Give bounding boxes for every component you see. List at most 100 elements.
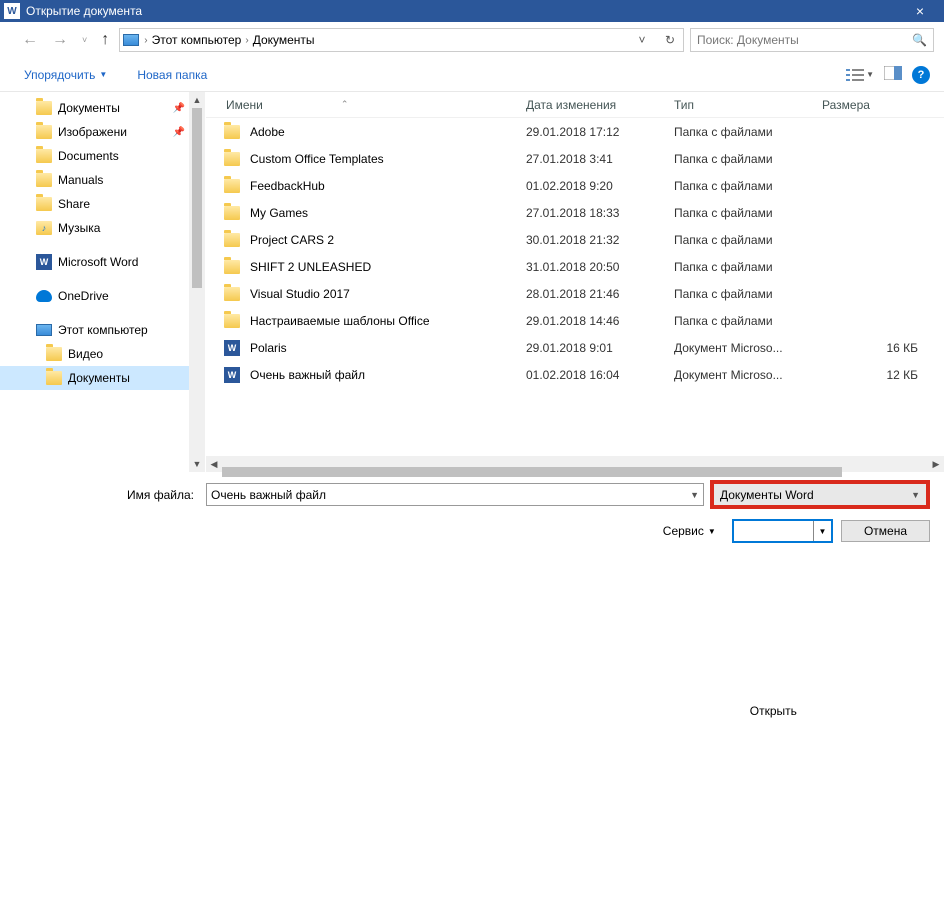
file-row[interactable]: Custom Office Templates27.01.2018 3:41Па… [206, 145, 944, 172]
column-date[interactable]: Дата изменения [526, 98, 674, 112]
sidebar-item[interactable]: ♪Музыка [0, 216, 189, 240]
file-row[interactable]: SHIFT 2 UNLEASHED31.01.2018 20:50Папка с… [206, 253, 944, 280]
filename-input[interactable]: Очень важный файл ▼ [206, 483, 704, 506]
service-button[interactable]: Сервис▼ [655, 521, 724, 541]
chevron-right-icon[interactable]: › [140, 35, 151, 46]
chevron-down-icon[interactable]: ▼ [690, 490, 699, 500]
breadcrumb-pc[interactable]: Этот компьютер [152, 33, 242, 47]
scroll-right-icon[interactable]: ▶ [928, 459, 944, 470]
preview-pane-button[interactable] [884, 66, 902, 83]
breadcrumb-location[interactable]: Документы [253, 33, 315, 47]
list-icon [846, 68, 864, 82]
up-button[interactable]: ↑ [97, 31, 113, 49]
pc-icon [122, 31, 140, 49]
sidebar-item-label: Documents [58, 149, 119, 163]
folder-icon [224, 152, 240, 166]
file-size: 12 КБ [822, 368, 944, 382]
file-type: Документ Microso... [674, 341, 822, 355]
scrollbar-thumb[interactable] [192, 108, 202, 288]
file-row[interactable]: FeedbackHub01.02.2018 9:20Папка с файлам… [206, 172, 944, 199]
sidebar-item[interactable]: Видео [0, 342, 189, 366]
close-button[interactable]: × [900, 3, 940, 19]
sidebar-scrollbar[interactable]: ▲ ▼ [189, 92, 205, 472]
folder-icon [36, 173, 52, 187]
file-name: Custom Office Templates [250, 152, 384, 166]
nav-row: ← → ˅ ↑ › Этот компьютер › Документы ˅ ↻… [0, 22, 944, 58]
file-date: 28.01.2018 21:46 [526, 287, 674, 301]
file-date: 27.01.2018 18:33 [526, 206, 674, 220]
folder-icon [224, 260, 240, 274]
sidebar-item[interactable]: OneDrive [0, 284, 189, 308]
scroll-up-icon[interactable]: ▲ [189, 92, 205, 108]
cancel-button[interactable]: Отмена [841, 520, 930, 542]
sidebar-item[interactable]: Manuals [0, 168, 189, 192]
sidebar-item[interactable]: W Microsoft Word [0, 250, 189, 274]
search-icon[interactable]: 🔍 [912, 33, 927, 47]
recent-dropdown[interactable]: ˅ [78, 35, 91, 45]
music-icon: ♪ [36, 221, 52, 235]
column-type[interactable]: Тип [674, 98, 822, 112]
file-row[interactable]: Adobe29.01.2018 17:12Папка с файлами [206, 118, 944, 145]
chevron-right-icon[interactable]: › [241, 35, 252, 46]
file-row[interactable]: WPolaris29.01.2018 9:01Документ Microso.… [206, 334, 944, 361]
sidebar-item[interactable]: Документы [0, 366, 189, 390]
chevron-down-icon[interactable]: ▼ [911, 490, 920, 500]
forward-button[interactable]: → [48, 31, 72, 49]
file-row[interactable]: Visual Studio 201728.01.2018 21:46Папка … [206, 280, 944, 307]
file-row[interactable]: My Games27.01.2018 18:33Папка с файлами [206, 199, 944, 226]
file-row[interactable]: Project CARS 230.01.2018 21:32Папка с фа… [206, 226, 944, 253]
sidebar-item[interactable]: Документы📌 [0, 96, 189, 120]
word-app-icon: W [4, 3, 20, 19]
folder-icon [36, 149, 52, 163]
scrollbar-thumb[interactable] [222, 467, 842, 477]
refresh-button[interactable]: ↻ [659, 33, 681, 47]
filetype-select[interactable]: Документы Word ▼ [710, 480, 930, 509]
pin-icon: 📌 [173, 103, 185, 114]
onedrive-icon [36, 290, 52, 302]
file-type: Документ Microso... [674, 368, 822, 382]
file-name: Adobe [250, 125, 285, 139]
chevron-down-icon: ▼ [708, 527, 716, 536]
folder-icon [224, 314, 240, 328]
titlebar: W Открытие документа × [0, 0, 944, 22]
new-folder-button[interactable]: Новая папка [131, 64, 213, 86]
view-details-button[interactable]: ▼ [846, 68, 874, 82]
breadcrumb-dropdown[interactable]: ˅ [629, 33, 659, 47]
folder-icon [46, 347, 62, 361]
word-icon: W [36, 254, 52, 270]
folder-icon [224, 287, 240, 301]
scroll-left-icon[interactable]: ◀ [206, 459, 222, 470]
sidebar-item-label: Manuals [58, 173, 103, 187]
word-icon: W [224, 367, 240, 383]
column-size[interactable]: Размера [822, 98, 944, 112]
sidebar-item[interactable]: Этот компьютер [0, 318, 189, 342]
open-split-button[interactable]: ▼ [813, 521, 831, 541]
sidebar-item[interactable]: Изображени📌 [0, 120, 189, 144]
file-row[interactable]: WОчень важный файл01.02.2018 16:04Докуме… [206, 361, 944, 388]
file-date: 29.01.2018 14:46 [526, 314, 674, 328]
file-date: 29.01.2018 17:12 [526, 125, 674, 139]
scroll-down-icon[interactable]: ▼ [189, 456, 205, 472]
file-name: Очень важный файл [250, 368, 365, 382]
open-button[interactable]: Открыть ▼ [732, 519, 833, 543]
search-placeholder: Поиск: Документы [697, 33, 912, 47]
file-type: Папка с файлами [674, 152, 822, 166]
organize-button[interactable]: Упорядочить▼ [18, 64, 113, 86]
breadcrumb[interactable]: › Этот компьютер › Документы ˅ ↻ [119, 28, 684, 52]
back-button[interactable]: ← [18, 31, 42, 49]
column-name[interactable]: Имени⌃ [206, 98, 526, 112]
sidebar-item[interactable]: Share [0, 192, 189, 216]
file-type: Папка с файлами [674, 179, 822, 193]
sidebar-item-label: OneDrive [58, 289, 109, 303]
column-headers: Имени⌃ Дата изменения Тип Размера [206, 92, 944, 118]
search-input[interactable]: Поиск: Документы 🔍 [690, 28, 934, 52]
file-name: FeedbackHub [250, 179, 325, 193]
sidebar-item-label: Microsoft Word [58, 255, 138, 269]
help-button[interactable]: ? [912, 66, 930, 84]
folder-icon [36, 101, 52, 115]
file-row[interactable]: Настраиваемые шаблоны Office29.01.2018 1… [206, 307, 944, 334]
file-list: Имени⌃ Дата изменения Тип Размера Adobe 2… [206, 92, 944, 472]
content-h-scrollbar[interactable]: ◀ ▶ [206, 456, 944, 472]
sidebar-item[interactable]: Documents [0, 144, 189, 168]
sidebar-item-label: Видео [68, 347, 103, 361]
